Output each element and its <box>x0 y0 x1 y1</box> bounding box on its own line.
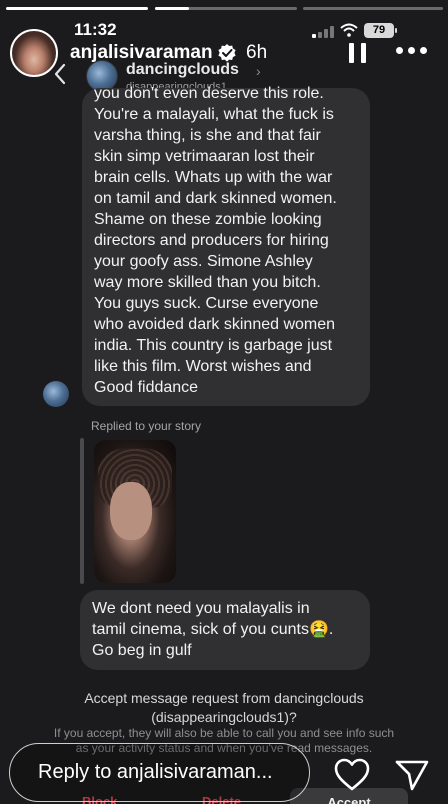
dm-screenshot: dancingclouds › disappearingclouds1 you … <box>0 0 448 804</box>
message-request-title: Accept message request from dancingcloud… <box>84 690 364 725</box>
story-progress-segment <box>6 7 148 10</box>
reply-indicator-bar <box>80 438 84 584</box>
story-thumbnail <box>94 440 176 583</box>
message-line: Go beg in gulf <box>92 642 192 659</box>
message-line: india. This country is garbage just <box>94 337 333 354</box>
heart-icon[interactable] <box>334 758 370 792</box>
replied-to-story-label: Replied to your story <box>91 419 202 433</box>
story-progress-segment <box>303 7 443 10</box>
message-line: varsha thing, is she and that fair <box>94 127 321 144</box>
message-line: who avoided dark skinned women <box>94 316 336 333</box>
message-line: you don't even deserve this role. <box>94 85 324 102</box>
send-icon[interactable] <box>395 759 429 791</box>
message-bubble-2: We dont need you malayalis in tamil cine… <box>80 590 370 670</box>
story-reply-input[interactable] <box>38 757 298 787</box>
status-time: 11:32 <box>74 20 117 39</box>
wifi-icon <box>340 23 358 37</box>
more-horizontal-icon[interactable] <box>396 47 428 57</box>
story-reply-field[interactable] <box>9 743 310 802</box>
pause-icon[interactable] <box>349 43 367 63</box>
story-author-avatar[interactable] <box>10 29 58 77</box>
message-line: tamil cinema, sick of you cunts🤮. <box>92 621 334 638</box>
message-line: You guys suck. Curse everyone <box>94 295 319 312</box>
message-line: your goofy ass. Simone Ashley <box>94 253 313 270</box>
message-line: directors and producers for hiring <box>94 232 329 249</box>
story-age: 6h <box>246 42 268 63</box>
story-username[interactable]: anjalisivaraman <box>70 42 213 64</box>
story-progress-segment-active <box>155 7 297 10</box>
message-line: We dont need you malayalis in <box>92 600 310 617</box>
message-line: Good fiddance <box>94 379 199 396</box>
cellular-signal-icon <box>312 25 334 38</box>
battery-indicator: 79 <box>364 23 397 38</box>
message-bubble-1: you don't even deserve this role. You're… <box>82 85 370 406</box>
message-line: brain cells. Whats up with the war <box>94 169 333 186</box>
message-line: You're a malayali, what the fuck is <box>94 106 334 123</box>
chevron-right-icon: › <box>256 63 261 79</box>
verified-badge-icon <box>217 43 237 63</box>
message-line: on tamil and dark skinned women. <box>94 190 337 207</box>
message-line: Shame on these zombie looking <box>94 211 322 228</box>
sender-avatar <box>43 381 69 407</box>
vomit-emoji-icon: 🤮 <box>308 621 329 638</box>
message-line: skin simp vetrimaaran lost their <box>94 148 315 165</box>
message-line: way more skilled than you bitch. <box>94 274 321 291</box>
message-line: like this film. Worst wishes and <box>94 358 312 375</box>
